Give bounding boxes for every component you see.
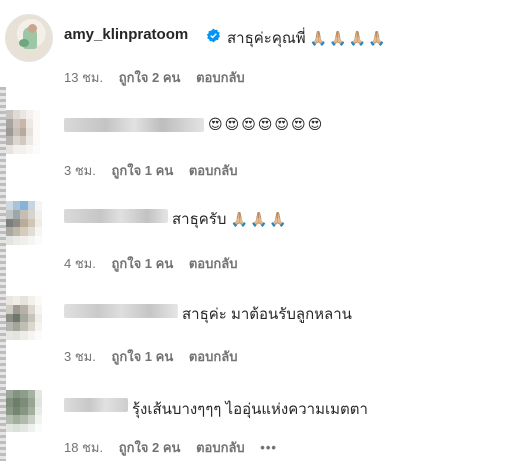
verified-badge-icon (206, 28, 221, 43)
emoji-sequence: 🙏🏼🙏🏼🙏🏼 (230, 212, 289, 228)
comment-meta: 13 ชม. ถูกใจ 2 คน ตอบกลับ (64, 67, 245, 88)
avatar[interactable] (6, 110, 40, 154)
comment-time[interactable]: 18 ชม. (64, 440, 103, 455)
reply-button[interactable]: ตอบกลับ (189, 256, 238, 271)
likes-count[interactable]: ถูกใจ 2 คน (119, 440, 181, 455)
reply-button[interactable]: ตอบกลับ (196, 70, 245, 85)
comment-text: รุ้งเส้นบางๆๆๆ ไออุ่นแห่งความเมตตา (132, 401, 368, 418)
reply-button[interactable]: ตอบกลับ (189, 163, 238, 178)
likes-count[interactable]: ถูกใจ 1 คน (111, 349, 173, 364)
reply-button[interactable]: ตอบกลับ (196, 440, 245, 455)
more-options-icon[interactable]: ••• (260, 440, 277, 455)
comment-username-blurred[interactable] (64, 209, 168, 223)
comment-item: สาธุค่ะ มาต้อนรับลูกหลาน 3 ชม. ถูกใจ 1 ค… (0, 292, 516, 372)
avatar[interactable] (6, 296, 42, 340)
comment-text: สาธุค่ะคุณพี่ 🙏🏼🙏🏼🙏🏼🙏🏼 (227, 30, 388, 47)
comment-item: amy_klinpratoom สาธุค่ะคุณพี่ 🙏🏼🙏🏼🙏🏼🙏🏼 1… (0, 0, 516, 90)
comment-username[interactable]: amy_klinpratoom (64, 26, 188, 43)
emoji-sequence: 🙏🏼🙏🏼🙏🏼🙏🏼 (309, 31, 388, 47)
comment-meta: 3 ชม. ถูกใจ 1 คน ตอบกลับ (64, 160, 237, 181)
comment-meta: 3 ชม. ถูกใจ 1 คน ตอบกลับ (64, 346, 237, 367)
avatar[interactable] (6, 201, 42, 245)
likes-count[interactable]: ถูกใจ 2 คน (119, 70, 181, 85)
avatar[interactable] (6, 390, 42, 432)
reply-button[interactable]: ตอบกลับ (189, 349, 238, 364)
comment-text: 😍😍😍😍😍😍😍 (208, 116, 324, 133)
likes-count[interactable]: ถูกใจ 1 คน (111, 163, 173, 178)
comment-username-blurred[interactable] (64, 118, 204, 132)
comment-text: สาธุครับ 🙏🏼🙏🏼🙏🏼 (172, 211, 289, 228)
comment-meta: 18 ชม. ถูกใจ 2 คน ตอบกลับ ••• (64, 437, 277, 458)
comment-text: สาธุค่ะ มาต้อนรับลูกหลาน (182, 306, 352, 323)
comment-time[interactable]: 3 ชม. (64, 349, 96, 364)
comment-username-blurred[interactable] (64, 304, 178, 318)
comment-item: สาธุครับ 🙏🏼🙏🏼🙏🏼 4 ชม. ถูกใจ 1 คน ตอบกลับ (0, 197, 516, 287)
avatar[interactable] (5, 14, 53, 62)
comment-meta: 4 ชม. ถูกใจ 1 คน ตอบกลับ (64, 253, 237, 274)
comment-time[interactable]: 13 ชม. (64, 70, 103, 85)
emoji-sequence: 😍😍😍😍😍😍😍 (208, 117, 325, 133)
comment-time[interactable]: 3 ชม. (64, 163, 96, 178)
comment-time[interactable]: 4 ชม. (64, 256, 96, 271)
comment-item: 😍😍😍😍😍😍😍 3 ชม. ถูกใจ 1 คน ตอบกลับ (0, 100, 516, 190)
comment-item: รุ้งเส้นบางๆๆๆ ไออุ่นแห่งความเมตตา 18 ชม… (0, 388, 516, 461)
comment-username-blurred[interactable] (64, 398, 128, 412)
likes-count[interactable]: ถูกใจ 1 คน (111, 256, 173, 271)
